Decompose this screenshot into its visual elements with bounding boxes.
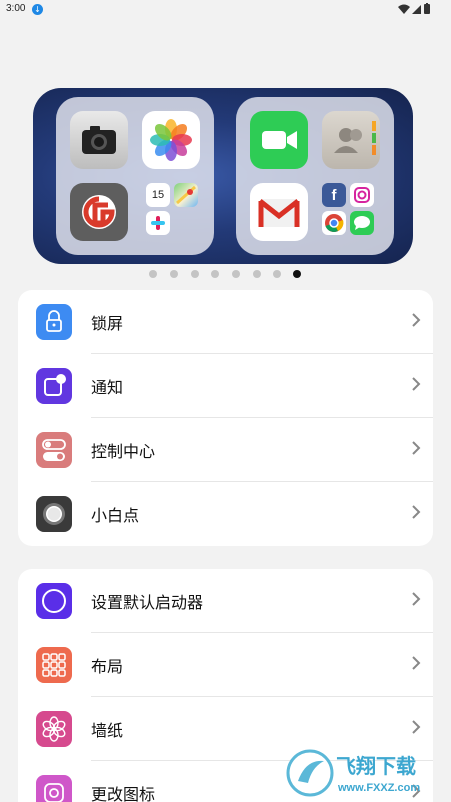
photos-icon: [142, 111, 200, 169]
app-icon-change: [36, 775, 72, 802]
app-folder-right[interactable]: f: [236, 97, 394, 255]
facetime-icon: [250, 111, 308, 169]
messages-icon: [350, 211, 374, 235]
chevron-right-icon: [412, 656, 421, 670]
notification-icon: [36, 368, 72, 404]
watermark-logo: 飞翔下载 www.FXXZ.com: [284, 745, 446, 801]
setting-default-launcher[interactable]: 设置默认启动器: [18, 569, 433, 633]
chevron-right-icon: [412, 313, 421, 327]
page-dot[interactable]: [211, 270, 219, 278]
page-dot-active[interactable]: [293, 270, 301, 278]
page-dot[interactable]: [232, 270, 240, 278]
avatar-app-icon: [70, 183, 128, 241]
app-folder-left[interactable]: 15: [56, 97, 214, 255]
slack-icon: [146, 211, 170, 235]
setting-label: 锁屏: [91, 314, 124, 333]
signal-icon: [412, 5, 421, 14]
status-bar: 3:00 ↓: [0, 0, 451, 20]
page-dot[interactable]: [191, 270, 199, 278]
chevron-right-icon: [412, 592, 421, 606]
facebook-icon: f: [322, 183, 346, 207]
setting-assistive-touch[interactable]: 小白点: [18, 482, 433, 546]
setting-label: 小白点: [91, 506, 140, 525]
watermark-url: www.FXXZ.com: [337, 782, 420, 794]
flower-icon: [36, 711, 72, 747]
setting-label: 布局: [91, 657, 124, 676]
chevron-right-icon: [412, 505, 421, 519]
maps-icon: [174, 183, 198, 207]
status-time: 3:00: [6, 3, 26, 14]
chevron-right-icon: [412, 441, 421, 455]
instagram-icon: [350, 183, 374, 207]
settings-group-1: 锁屏 通知 控制中心 小白点: [18, 290, 433, 546]
assistive-touch-icon: [36, 496, 72, 532]
setting-lock-screen[interactable]: 锁屏: [18, 290, 433, 354]
calendar-icon: 15: [146, 183, 170, 207]
camera-icon: [70, 111, 128, 169]
page-dot[interactable]: [149, 270, 157, 278]
watermark-brand: 飞翔下载: [336, 754, 416, 778]
chevron-right-icon: [412, 377, 421, 391]
setting-label: 通知: [91, 378, 124, 397]
toggle-icon: [36, 432, 72, 468]
setting-label: 设置默认启动器: [91, 593, 204, 612]
lock-icon: [36, 304, 72, 340]
grid-icon: [36, 647, 72, 683]
chevron-right-icon: [412, 720, 421, 734]
page-dot[interactable]: [170, 270, 178, 278]
setting-label: 更改图标: [91, 785, 156, 802]
gmail-icon: [250, 183, 308, 241]
page-dot[interactable]: [253, 270, 261, 278]
setting-notifications[interactable]: 通知: [18, 354, 433, 418]
setting-label: 墙纸: [91, 721, 124, 740]
contacts-icon: [322, 111, 380, 169]
setting-control-center[interactable]: 控制中心: [18, 418, 433, 482]
wifi-icon: [398, 4, 410, 14]
setting-label: 控制中心: [91, 442, 156, 461]
download-icon: ↓: [32, 4, 43, 15]
circle-icon: [36, 583, 72, 619]
status-icons: [398, 3, 430, 14]
chrome-icon: [322, 211, 346, 235]
page-dot[interactable]: [273, 270, 281, 278]
setting-layout[interactable]: 布局: [18, 633, 433, 697]
launcher-preview[interactable]: 15 f: [33, 88, 413, 264]
battery-icon: [424, 4, 430, 14]
